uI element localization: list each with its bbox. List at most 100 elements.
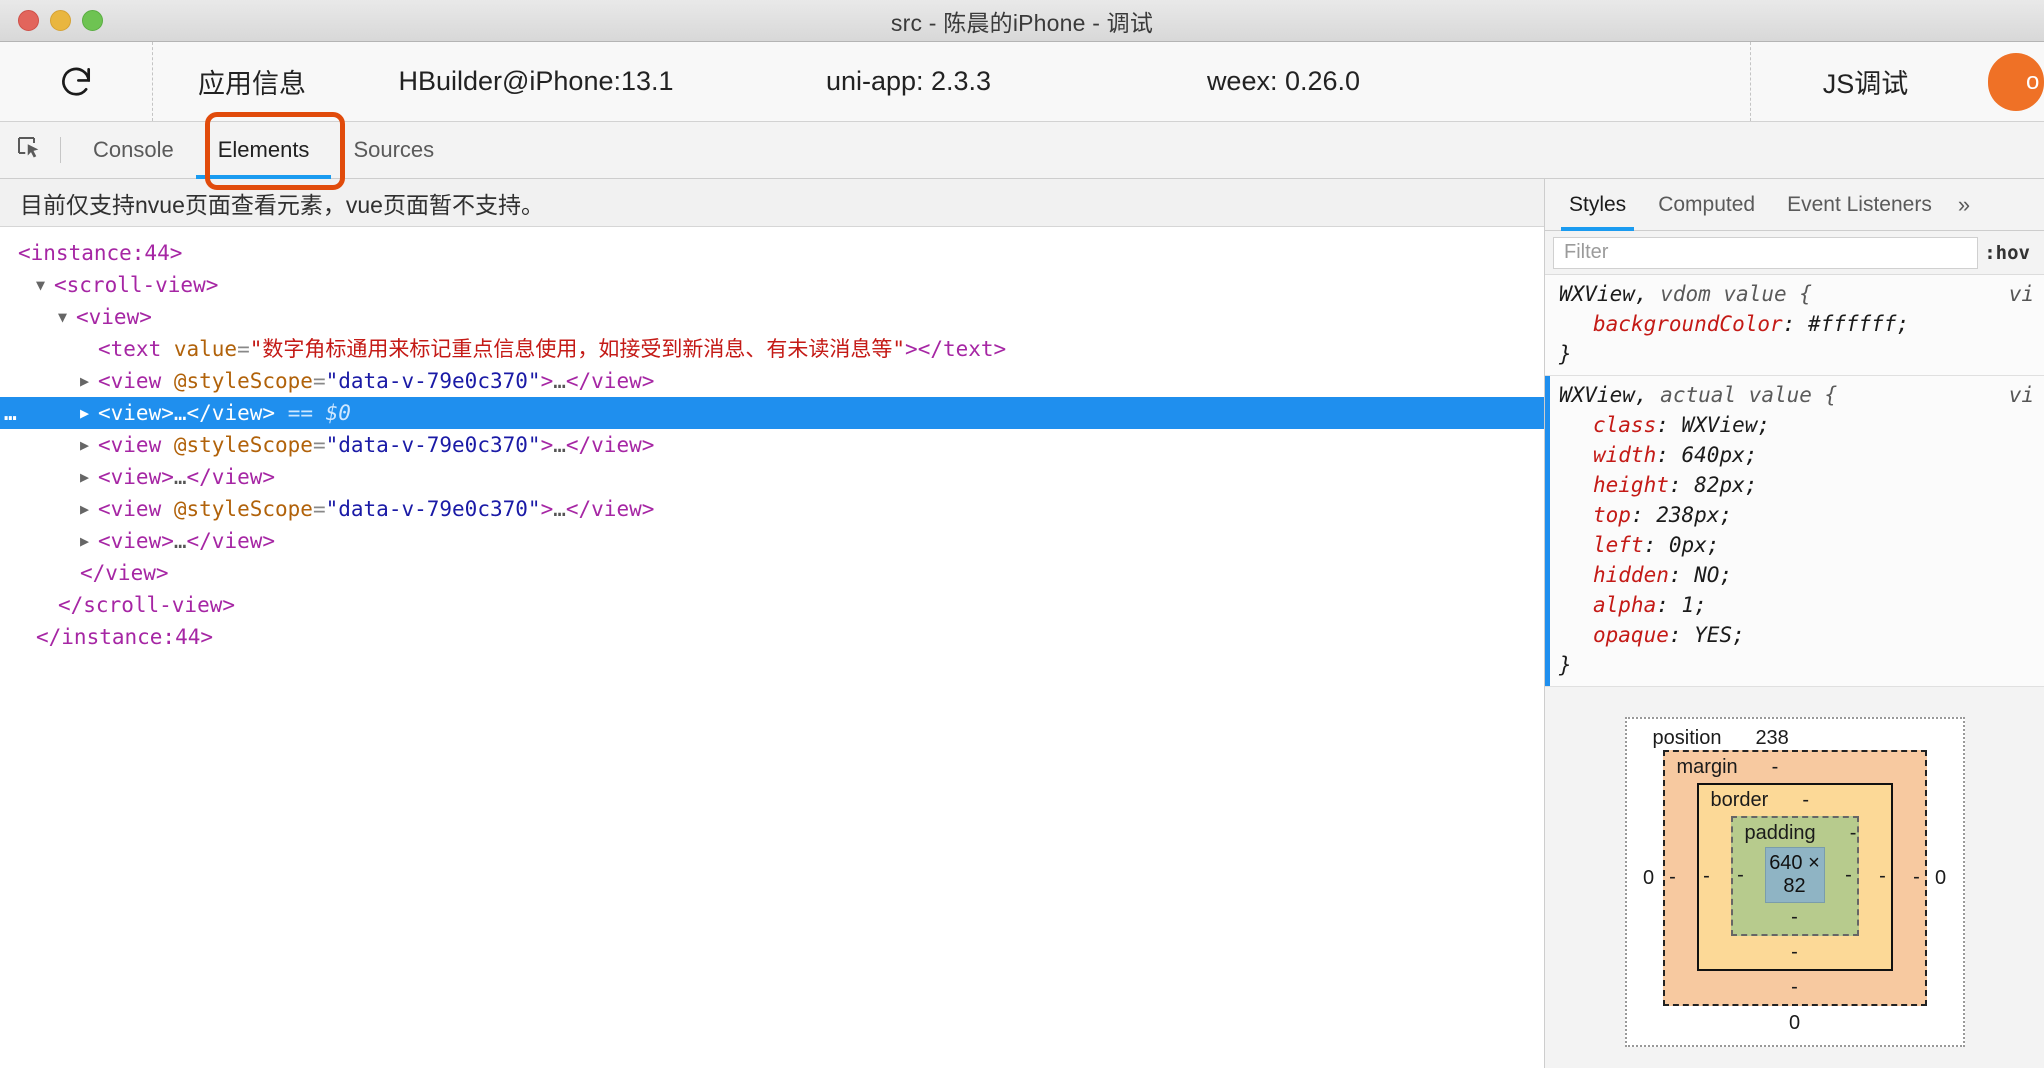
collapsed-ellipsis: … bbox=[173, 465, 187, 489]
css-declaration[interactable]: left: 0px; bbox=[1545, 530, 2044, 560]
css-property-value[interactable]: 82px; bbox=[1694, 473, 1757, 497]
css-property-name[interactable]: alpha bbox=[1593, 593, 1656, 617]
text-value-attr-value: 数字角标通用来标记重点信息使用，如接受到新消息、有未读消息等 bbox=[262, 337, 893, 361]
expand-arrow-icon[interactable]: ▶ bbox=[80, 365, 98, 397]
box-model-position-right[interactable]: 0 bbox=[1933, 867, 1949, 890]
box-model-margin-top[interactable]: - bbox=[1772, 756, 1779, 779]
css-declaration[interactable]: backgroundColor: #ffffff; bbox=[1545, 309, 2044, 339]
dom-node-view-open[interactable]: ▼ <view> bbox=[0, 301, 1544, 333]
dom-node-view-scoped-2[interactable]: ▶ <view @styleScope = " data-v-79e0c370 " >… </… bbox=[0, 429, 1544, 461]
tab-elements[interactable]: Elements bbox=[195, 122, 332, 179]
css-declaration[interactable]: alpha: 1; bbox=[1545, 590, 2044, 620]
css-property-name[interactable]: height bbox=[1593, 473, 1669, 497]
dom-tree[interactable]: <instance:44> ▼ <scroll-view> ▼ <view> <te… bbox=[0, 227, 1544, 1068]
action-button[interactable]: o bbox=[1988, 52, 2044, 111]
inspect-element-button[interactable] bbox=[0, 133, 58, 168]
expand-arrow-icon[interactable]: ▶ bbox=[80, 493, 98, 525]
box-model-padding-bottom[interactable]: - bbox=[1733, 905, 1857, 930]
node-overflow-dots[interactable]: … bbox=[4, 397, 17, 429]
box-model-position-top[interactable]: 238 bbox=[1755, 727, 1788, 750]
window-controls bbox=[0, 10, 103, 31]
css-property-value[interactable]: 1; bbox=[1682, 593, 1707, 617]
tab-styles[interactable]: Styles bbox=[1553, 179, 1642, 231]
expand-arrow-icon[interactable]: ▶ bbox=[80, 397, 98, 429]
expand-arrow-icon[interactable]: ▼ bbox=[58, 301, 76, 333]
css-declaration[interactable]: class: WXView; bbox=[1545, 410, 2044, 440]
css-property-value[interactable]: #ffffff; bbox=[1808, 312, 1909, 336]
box-model-margin-bottom[interactable]: - bbox=[1665, 975, 1925, 1000]
css-rule-selector: WXView, bbox=[1559, 282, 1648, 306]
css-declaration[interactable]: top: 238px; bbox=[1545, 500, 2044, 530]
dom-node-view-plain-1[interactable]: ▶ <view>… </view> bbox=[0, 461, 1544, 493]
force-hover-state-button[interactable]: :hov bbox=[1978, 242, 2036, 264]
box-model-border-top[interactable]: - bbox=[1802, 789, 1809, 812]
box-model-margin-left[interactable]: - bbox=[1665, 866, 1681, 889]
expand-arrow-icon[interactable]: ▶ bbox=[80, 461, 98, 493]
box-model-position-bottom[interactable]: 0 bbox=[1641, 1006, 1949, 1035]
expand-arrow-icon[interactable]: ▶ bbox=[80, 429, 98, 461]
css-declaration[interactable]: height: 82px; bbox=[1545, 470, 2044, 500]
more-tabs-icon[interactable]: » bbox=[1948, 192, 1980, 218]
css-property-value[interactable]: 238px; bbox=[1656, 503, 1732, 527]
css-property-name[interactable]: class bbox=[1593, 413, 1656, 437]
css-rule-source-link[interactable]: vi bbox=[2009, 380, 2034, 410]
maximize-window-button[interactable] bbox=[82, 10, 103, 31]
window-titlebar: src - 陈晨的iPhone - 调试 bbox=[0, 0, 2044, 42]
action-button-container: o bbox=[1980, 42, 2044, 121]
dom-node-instance-close[interactable]: </instance:44> bbox=[0, 621, 1544, 653]
tab-sources[interactable]: Sources bbox=[331, 122, 456, 179]
css-rule-actual-value[interactable]: WXView, actual value { vi class: WXView;… bbox=[1545, 376, 2044, 687]
tabbar-divider bbox=[60, 137, 61, 163]
dom-node-view-selected[interactable]: … ▶ <view>… </view> == $0 bbox=[0, 397, 1544, 429]
box-model-position-box[interactable]: position 238 0 margin - - border - - pad… bbox=[1624, 717, 1965, 1047]
box-model-border-box[interactable]: border - - padding - - 640 × 82 - - - - bbox=[1696, 783, 1893, 971]
tab-computed[interactable]: Computed bbox=[1642, 179, 1771, 231]
dom-node-view-scoped-3[interactable]: ▶ <view @styleScope = " data-v-79e0c370 " >… </… bbox=[0, 493, 1544, 525]
tab-console[interactable]: Console bbox=[71, 122, 196, 179]
css-property-name[interactable]: left bbox=[1593, 533, 1644, 557]
css-rule-source-link[interactable]: vi bbox=[2009, 279, 2034, 309]
box-model-padding-box[interactable]: padding - - 640 × 82 - - bbox=[1730, 816, 1859, 936]
dom-node-view-close[interactable]: </view> bbox=[0, 557, 1544, 589]
dom-node-scrollview-open[interactable]: ▼ <scroll-view> bbox=[0, 269, 1544, 301]
minimize-window-button[interactable] bbox=[50, 10, 71, 31]
css-declaration[interactable]: opaque: YES; bbox=[1545, 620, 2044, 650]
css-property-name[interactable]: opaque bbox=[1593, 623, 1669, 647]
collapsed-ellipsis: … bbox=[553, 433, 566, 457]
box-model-border-right[interactable]: - bbox=[1875, 865, 1891, 888]
tab-event-listeners[interactable]: Event Listeners bbox=[1771, 179, 1948, 231]
css-property-value[interactable]: WXView; bbox=[1682, 413, 1771, 437]
dom-node-scrollview-close[interactable]: </scroll-view> bbox=[0, 589, 1544, 621]
css-property-name[interactable]: hidden bbox=[1593, 563, 1669, 587]
reload-button[interactable] bbox=[0, 42, 153, 121]
box-model-border-left[interactable]: - bbox=[1699, 865, 1715, 888]
css-rule-vdom-value[interactable]: WXView, vdom value { vi backgroundColor:… bbox=[1545, 275, 2044, 376]
box-model-margin-box[interactable]: margin - - border - - padding - - 640 × … bbox=[1662, 750, 1927, 1006]
box-model-content-size[interactable]: 640 × 82 bbox=[1764, 847, 1825, 903]
styles-filter-input[interactable]: Filter bbox=[1553, 236, 1979, 269]
box-model-padding-top[interactable]: - bbox=[1850, 822, 1857, 845]
css-property-value[interactable]: 0px; bbox=[1669, 533, 1720, 557]
css-declaration[interactable]: width: 640px; bbox=[1545, 440, 2044, 470]
css-property-value[interactable]: 640px; bbox=[1682, 443, 1758, 467]
css-property-value[interactable]: YES; bbox=[1694, 623, 1745, 647]
box-model-position-left[interactable]: 0 bbox=[1641, 867, 1657, 890]
expand-arrow-icon[interactable]: ▶ bbox=[80, 525, 98, 557]
css-property-name[interactable]: top bbox=[1593, 503, 1631, 527]
dom-node-view-scoped-1[interactable]: ▶ <view @styleScope = " data-v-79e0c370 " >… </… bbox=[0, 365, 1544, 397]
js-debug-button[interactable]: JS调试 bbox=[1750, 42, 1980, 121]
dom-node-instance-open[interactable]: <instance:44> bbox=[0, 237, 1544, 269]
box-model-border-bottom[interactable]: - bbox=[1699, 940, 1891, 965]
selected-node-row[interactable]: … ▶ <view>… </view> == $0 bbox=[0, 397, 1544, 429]
css-property-name[interactable]: width bbox=[1593, 443, 1656, 467]
close-window-button[interactable] bbox=[18, 10, 39, 31]
expand-arrow-icon[interactable]: ▼ bbox=[36, 269, 54, 301]
dom-node-text[interactable]: <text value = " 数字角标通用来标记重点信息使用，如接受到新消息、有未读… bbox=[0, 333, 1544, 365]
css-property-name[interactable]: backgroundColor bbox=[1593, 312, 1783, 336]
box-model-margin-right[interactable]: - bbox=[1909, 866, 1925, 889]
css-declaration[interactable]: hidden: NO; bbox=[1545, 560, 2044, 590]
css-property-value[interactable]: NO; bbox=[1694, 563, 1732, 587]
box-model-padding-right[interactable]: - bbox=[1841, 864, 1857, 887]
dom-node-view-plain-2[interactable]: ▶ <view>… </view> bbox=[0, 525, 1544, 557]
box-model-padding-left[interactable]: - bbox=[1733, 864, 1749, 887]
